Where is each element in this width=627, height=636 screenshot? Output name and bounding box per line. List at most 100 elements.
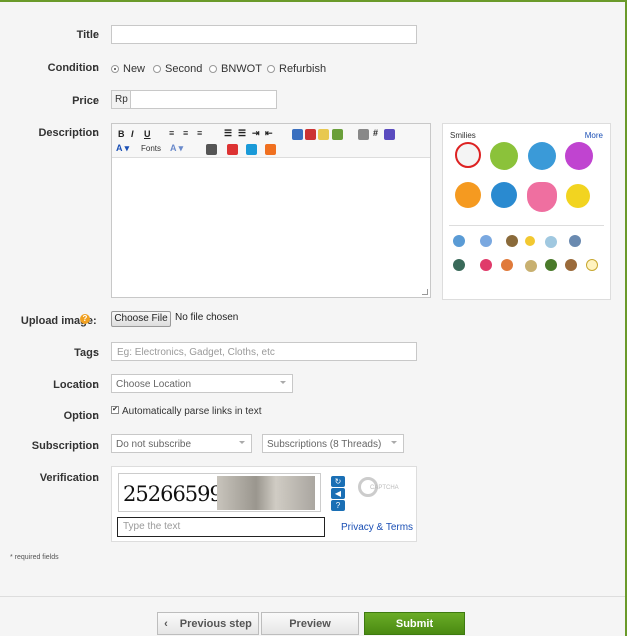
condition-label: Condition — [47, 62, 99, 74]
smiley-icon[interactable] — [525, 260, 537, 272]
price-input[interactable] — [130, 90, 277, 109]
unlink-icon[interactable] — [305, 129, 316, 140]
colon: : — [93, 315, 97, 327]
smiley-icon[interactable] — [501, 259, 513, 271]
parse-links-checkbox[interactable]: ✔ — [111, 406, 119, 414]
privacy-terms-link[interactable]: Privacy & Terms — [341, 522, 413, 533]
colon: : — [93, 379, 97, 391]
chevron-left-icon: ‹ — [164, 617, 168, 630]
recaptcha-brand: CAPTCHA — [370, 485, 399, 491]
radio-icon — [267, 65, 275, 73]
description-textarea[interactable] — [112, 158, 430, 297]
captcha-text: 25266599 — [123, 482, 223, 506]
captcha-response-input[interactable]: Type the text — [117, 517, 325, 537]
preview-button[interactable]: Preview — [261, 612, 359, 635]
description-label: Description — [38, 127, 99, 139]
top-border — [0, 0, 627, 2]
smilies-more-link[interactable]: More — [585, 131, 603, 140]
image-icon[interactable] — [332, 129, 343, 140]
unordered-list-icon[interactable]: ☰ — [238, 128, 246, 139]
condition-radio-second[interactable]: Second — [153, 63, 202, 75]
location-select[interactable]: Choose Location — [111, 374, 293, 393]
smiley-icon[interactable] — [528, 142, 556, 170]
file-status: No file chosen — [175, 312, 239, 323]
smiley-icon[interactable] — [455, 142, 481, 168]
smiley-icon[interactable] — [491, 182, 517, 208]
email-icon[interactable] — [318, 129, 329, 140]
condition-radio-refurbish[interactable]: Refurbish — [267, 63, 326, 75]
previous-step-button[interactable]: ‹ Previous step — [157, 612, 259, 635]
fonts-dropdown[interactable]: Fonts — [141, 144, 161, 153]
colon: : — [93, 29, 97, 41]
smiley-icon[interactable] — [566, 184, 590, 208]
chevron-down-icon — [239, 441, 245, 444]
colon: : — [93, 347, 97, 359]
smiley-icon[interactable] — [569, 235, 581, 247]
link-icon[interactable] — [292, 129, 303, 140]
condition-radio-bnwot[interactable]: BNWOT — [209, 63, 262, 75]
ordered-list-icon[interactable]: ☰ — [224, 128, 232, 139]
font-color-icon[interactable]: A ▾ — [116, 143, 129, 154]
editor-toolbar: B I U ≡ ≡ ≡ ☰ ☰ ⇥ ⇤ # A ▾ Fonts A ▾ — [112, 124, 430, 158]
smiley-icon[interactable] — [565, 259, 577, 271]
audio-icon[interactable]: ◀ — [331, 488, 345, 499]
captcha-photo — [217, 476, 315, 510]
smiley-icon[interactable] — [586, 259, 598, 271]
smiley-icon[interactable] — [453, 259, 465, 271]
smiley-icon[interactable] — [565, 142, 593, 170]
code-icon[interactable] — [206, 144, 217, 155]
soundcloud-icon[interactable] — [265, 144, 276, 155]
smiley-icon[interactable] — [506, 235, 518, 247]
colon: : — [93, 472, 97, 484]
align-left-icon[interactable]: ≡ — [169, 128, 174, 138]
condition-radio-new[interactable]: New — [111, 63, 145, 75]
smiley-icon[interactable] — [453, 235, 465, 247]
price-prefix: Rp — [111, 90, 131, 109]
radio-label: Refurbish — [279, 63, 327, 75]
choose-file-button[interactable]: Choose File — [111, 311, 171, 327]
refresh-icon[interactable]: ↻ — [331, 476, 345, 487]
help-icon[interactable]: ? — [80, 314, 90, 324]
title-input[interactable] — [111, 25, 417, 44]
bold-icon[interactable]: B — [118, 129, 125, 139]
tags-input[interactable]: Eg: Electronics, Gadget, Cloths, etc — [111, 342, 417, 361]
smiley-icon[interactable] — [480, 259, 492, 271]
smiley-icon[interactable] — [545, 236, 557, 248]
hash-icon[interactable]: # — [373, 128, 378, 138]
colon: : — [93, 440, 97, 452]
preview-label: Preview — [289, 617, 331, 630]
subscription-threads-select[interactable]: Subscriptions (8 Threads) — [262, 434, 404, 453]
subscription-label: Subscription — [31, 440, 99, 452]
outdent-icon[interactable]: ⇤ — [265, 128, 273, 139]
radio-label: Second — [165, 63, 203, 75]
help-icon[interactable]: ? — [331, 500, 345, 511]
verification-label: Verification — [39, 472, 99, 484]
spoiler-icon[interactable] — [384, 129, 395, 140]
subscription-select[interactable]: Do not subscribe — [111, 434, 252, 453]
align-center-icon[interactable]: ≡ — [183, 128, 188, 138]
colon: : — [93, 410, 97, 422]
smilies-panel: Smilies More — [442, 123, 611, 300]
resize-handle-icon[interactable] — [422, 289, 428, 295]
previous-step-label: Previous step — [179, 617, 252, 630]
radio-icon — [209, 65, 217, 73]
smiley-icon[interactable] — [545, 259, 557, 271]
italic-icon[interactable]: I — [131, 129, 134, 139]
quote-icon[interactable] — [358, 129, 369, 140]
smiley-icon[interactable] — [455, 182, 481, 208]
chevron-down-icon — [391, 441, 397, 444]
indent-icon[interactable]: ⇥ — [252, 128, 260, 139]
chevron-down-icon — [280, 381, 286, 384]
vimeo-icon[interactable] — [246, 144, 257, 155]
smiley-icon[interactable] — [480, 235, 492, 247]
submit-button[interactable]: Submit — [364, 612, 465, 635]
description-editor: B I U ≡ ≡ ≡ ☰ ☰ ⇥ ⇤ # A ▾ Fonts A ▾ — [111, 123, 431, 298]
underline-icon[interactable]: U — [144, 129, 151, 139]
parse-links-label: Automatically parse links in text — [122, 406, 262, 417]
smiley-icon[interactable] — [490, 142, 518, 170]
youtube-icon[interactable] — [227, 144, 238, 155]
font-size-icon[interactable]: A ▾ — [170, 143, 183, 154]
align-right-icon[interactable]: ≡ — [197, 128, 202, 138]
smiley-icon[interactable] — [525, 236, 535, 246]
smiley-icon[interactable] — [527, 182, 557, 212]
